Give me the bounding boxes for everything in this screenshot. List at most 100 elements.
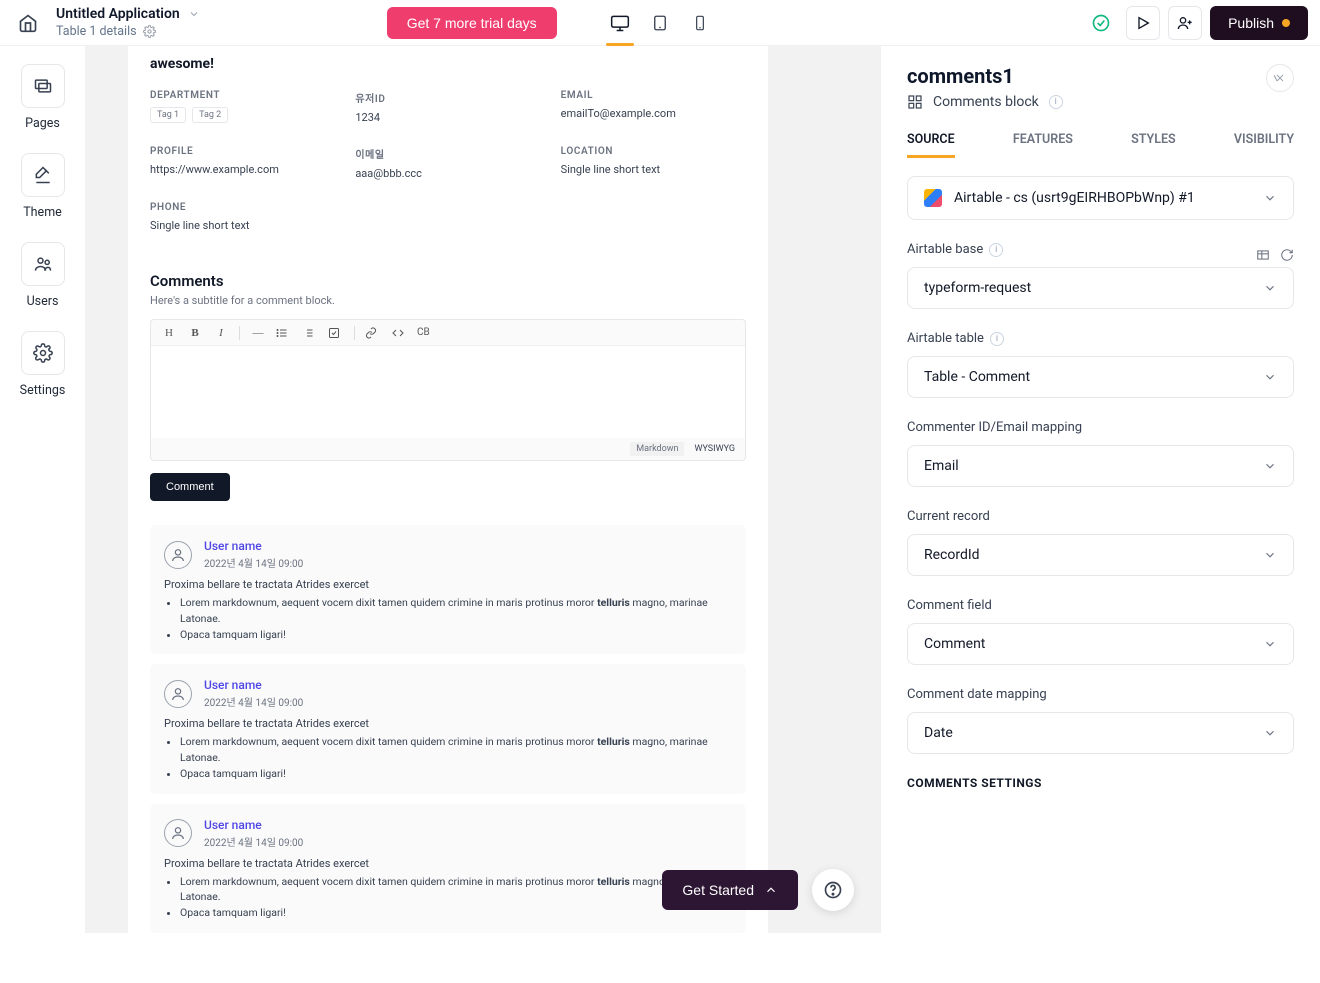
nav-theme-label: Theme [23,205,62,220]
preview-play-button[interactable] [1126,6,1160,40]
refresh-icon[interactable] [1280,248,1294,262]
panel-block-type: Comments block [933,94,1039,110]
tb-ol[interactable] [302,327,318,339]
airtable-base-select[interactable]: typeform-request [907,267,1294,309]
editor-textarea[interactable] [151,346,745,438]
get-started-button[interactable]: Get Started [662,870,798,910]
airtable-table-value: Table - Comment [924,369,1030,385]
list-ol-icon [302,327,314,339]
comment-field-label: Comment field [907,598,1294,613]
publish-button[interactable]: Publish [1210,6,1308,40]
checkbox-icon [328,327,340,339]
tb-heading[interactable]: H [161,327,177,339]
panel-tabs: SOURCE FEATURES STYLES VISIBILITY [907,132,1294,158]
field-email: EMAIL emailTo@example.com [561,90,746,124]
chevron-down-icon [1263,637,1277,651]
nav-theme[interactable]: Theme [21,153,65,220]
help-button[interactable] [812,869,854,911]
commenter-mapping-select[interactable]: Email [907,445,1294,487]
tb-codeblock[interactable]: CB [417,327,430,338]
submit-comment-button[interactable]: Comment [150,473,230,501]
close-panel-button[interactable] [1266,64,1294,92]
table-icon[interactable] [1256,248,1270,262]
tag-1: Tag 1 [150,107,186,123]
topbar: Untitled Application Table 1 details Get… [0,0,1320,46]
nav-users[interactable]: Users [21,242,65,309]
tb-italic[interactable]: I [213,327,229,339]
tb-bold[interactable]: B [187,327,203,339]
nav-pages[interactable]: Pages [21,64,65,131]
app-name-dropdown[interactable]: Untitled Application [56,6,200,22]
comment-user-name: User name [204,678,303,692]
check-circle-icon [1091,13,1111,33]
settings-icon [33,343,53,363]
editor-mode-markdown[interactable]: Markdown [630,442,684,456]
tab-visibility[interactable]: VISIBILITY [1234,132,1294,158]
comment-date: 2022년 4월 14일 09:00 [204,555,303,570]
trial-days-button[interactable]: Get 7 more trial days [387,7,557,39]
device-desktop-button[interactable] [602,0,638,46]
data-source-select[interactable]: Airtable - cs (usrt9gEIRHBOPbWnp) #1 [907,176,1294,220]
detail-grid: DEPARTMENT Tag 1 Tag 2 유저ID 1234 EMAIL e… [150,90,746,232]
user-plus-icon [1177,15,1193,31]
user-icon [170,547,186,563]
app-name: Untitled Application [56,6,180,22]
chevron-down-icon [1263,191,1277,205]
field-department: DEPARTMENT Tag 1 Tag 2 [150,90,335,124]
tb-hr[interactable]: — [250,327,266,339]
info-icon[interactable]: i [989,243,1003,257]
info-icon[interactable]: i [990,332,1004,346]
chevron-down-icon [1263,370,1277,384]
comment-li: Lorem markdownum, aequent vocem dixit ta… [180,734,732,766]
tb-ul[interactable] [276,327,292,339]
comment-card: User name 2022년 4월 14일 09:00 Proxima bel… [150,525,746,654]
add-user-button[interactable] [1168,6,1202,40]
tb-check[interactable] [328,327,344,339]
users-icon [33,254,53,274]
device-mobile-button[interactable] [682,0,718,46]
close-icon [1274,72,1286,84]
airtable-table-select[interactable]: Table - Comment [907,356,1294,398]
current-record-select[interactable]: RecordId [907,534,1294,576]
comment-date-select[interactable]: Date [907,712,1294,754]
nav-pages-label: Pages [25,116,60,131]
comment-li: Opaca tamquam ligari! [180,905,732,921]
field-label: EMAIL [561,90,746,101]
tab-source[interactable]: SOURCE [907,132,955,158]
info-icon[interactable]: i [1049,95,1063,109]
comment-card: User name 2022년 4월 14일 09:00 Proxima bel… [150,804,746,933]
device-tablet-button[interactable] [642,0,678,46]
field-label: LOCATION [561,146,746,157]
grid-icon [907,94,923,110]
tb-sep [354,326,355,340]
field-label: DEPARTMENT [150,90,335,101]
commenter-mapping-value: Email [924,458,959,474]
nav-settings[interactable]: Settings [20,331,66,398]
preview-page[interactable]: awesome! DEPARTMENT Tag 1 Tag 2 유저ID 123… [128,46,768,983]
list-ul-icon [276,327,288,339]
tb-code[interactable] [391,327,407,339]
comment-body-title: Proxima bellare te tractata Atrides exer… [164,578,732,591]
airtable-base-value: typeform-request [924,280,1031,296]
pages-icon [33,76,53,96]
canvas: awesome! DEPARTMENT Tag 1 Tag 2 유저ID 123… [86,46,880,933]
comment-li: Lorem markdownum, aequent vocem dixit ta… [180,595,732,627]
field-value: aaa@bbb.ccc [355,167,540,180]
play-icon [1135,15,1151,31]
page-subtitle: Table 1 details [56,24,137,39]
page-subtitle-row[interactable]: Table 1 details [56,24,200,39]
editor-mode-wysiwyg[interactable]: WYSIWYG [694,444,735,454]
status-ok-button[interactable] [1084,6,1118,40]
airtable-base-label: Airtable base i [907,242,1003,257]
left-nav: Pages Theme Users Settings [0,46,86,933]
comments-title: Comments [150,272,746,290]
tab-features[interactable]: FEATURES [1013,132,1073,158]
comment-editor[interactable]: H B I — CB Markdown WYSIWYG [150,319,746,461]
desktop-icon [610,13,630,33]
comments-subtitle: Here's a subtitle for a comment block. [150,294,746,307]
home-button[interactable] [12,7,44,39]
help-icon [823,880,843,900]
comment-field-select[interactable]: Comment [907,623,1294,665]
tb-link[interactable] [365,327,381,339]
tab-styles[interactable]: STYLES [1131,132,1176,158]
